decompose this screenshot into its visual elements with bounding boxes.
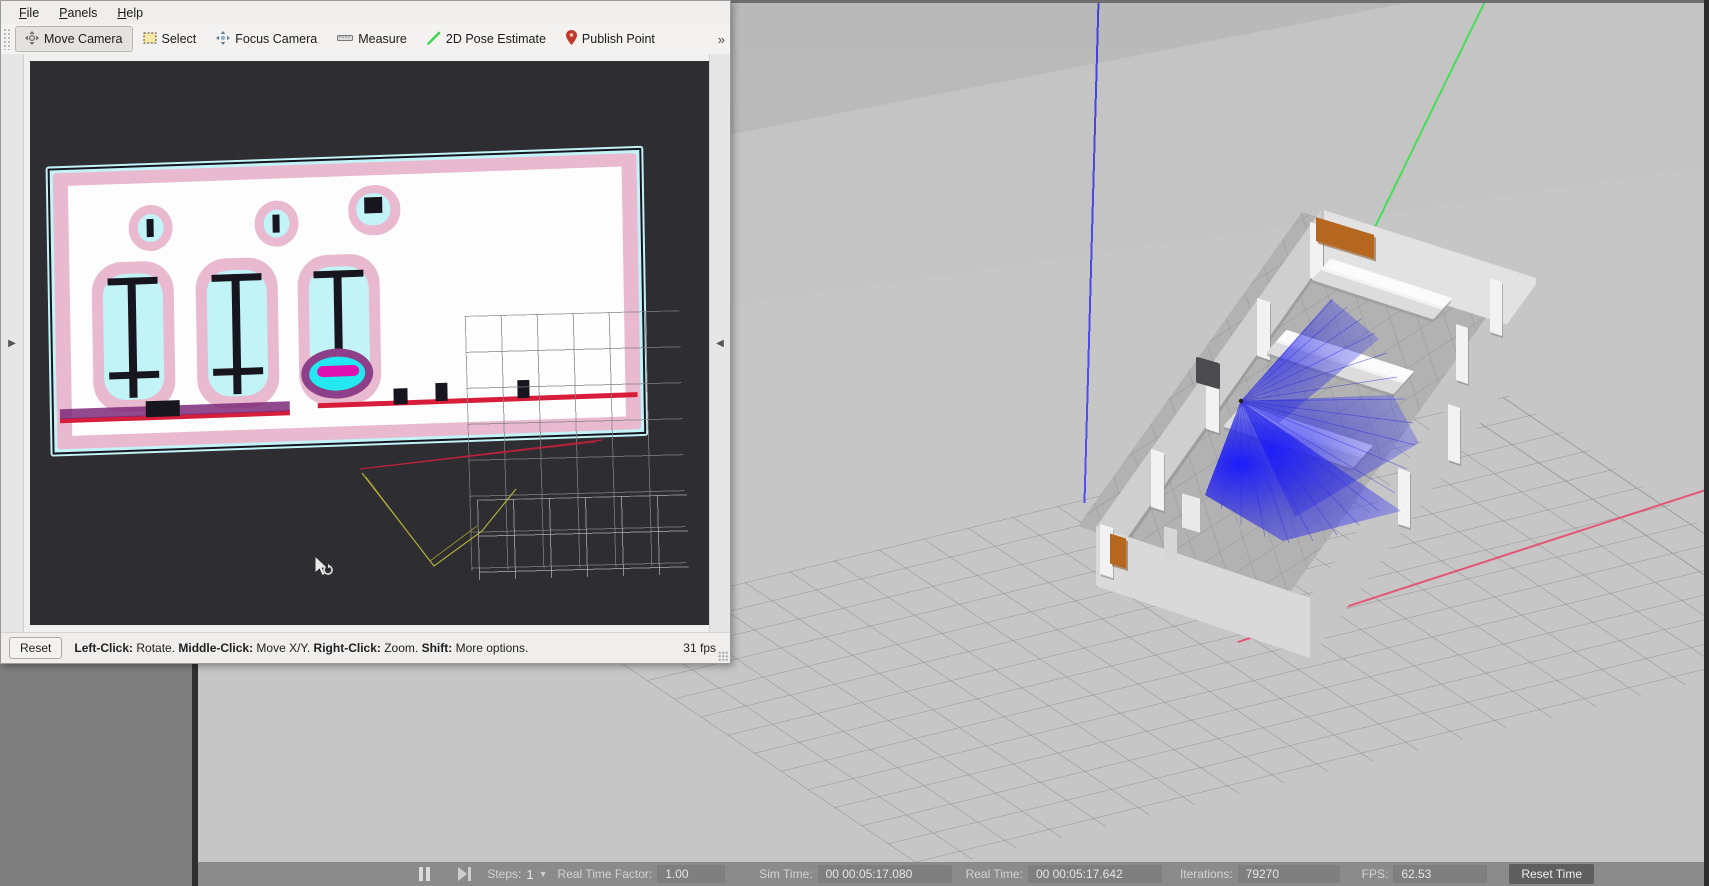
reset-button[interactable]: Reset xyxy=(9,637,63,659)
chevron-left-icon: ◀ xyxy=(716,337,724,349)
right-panel-collapse-handle[interactable]: ◀ xyxy=(709,54,730,632)
tool-move-camera-label: Move Camera xyxy=(44,32,123,46)
gazebo-right-edge xyxy=(1704,0,1709,886)
focus-camera-icon xyxy=(216,30,231,48)
gazebo-bottom-toolbar[interactable]: Steps: 1 ▼ Real Time Factor: 1.00 Sim Ti… xyxy=(198,862,1704,886)
pause-icon[interactable] xyxy=(411,864,437,884)
tool-measure[interactable]: Measure xyxy=(327,26,417,52)
hint-shift-action: More options. xyxy=(452,641,529,655)
tool-move-camera[interactable]: Move Camera xyxy=(15,26,133,52)
real-time-label: Real Time: xyxy=(965,867,1023,881)
menu-file-mnemonic: F xyxy=(19,5,27,20)
measure-icon xyxy=(337,32,354,47)
rviz-window[interactable]: File Panels Help Move Camera Select Focu… xyxy=(0,0,731,664)
iterations-value: 79270 xyxy=(1237,865,1340,883)
rviz-statusbar: Reset Left-Click: Rotate. Middle-Click: … xyxy=(1,632,730,663)
toolbar-overflow-button[interactable]: » xyxy=(718,32,725,47)
hint-right-click-action: Zoom. xyxy=(380,641,422,655)
robot-equipment-2 xyxy=(1164,526,1177,560)
global-path-yellow-2 xyxy=(365,476,478,562)
laser-ray-red-2 xyxy=(359,441,597,470)
room-model xyxy=(1078,208,1578,688)
screen: Steps: 1 ▼ Real Time Factor: 1.00 Sim Ti… xyxy=(0,0,1709,886)
tool-publish-point-label: Publish Point xyxy=(581,32,655,46)
left-panel-collapse-handle[interactable]: ▶ xyxy=(1,54,24,632)
menu-help-rest: elp xyxy=(126,5,144,20)
pose-estimate-arrow-icon xyxy=(427,31,441,48)
move-camera-icon xyxy=(25,30,39,48)
menu-panels-rest: anels xyxy=(67,5,98,20)
tool-select[interactable]: Select xyxy=(133,26,207,52)
hint-left-click-label: Left-Click: xyxy=(74,641,134,655)
rviz-toolbar[interactable]: Move Camera Select Focus Camera Measure … xyxy=(1,24,730,55)
pillar xyxy=(1398,468,1410,528)
occupancy-map xyxy=(30,61,709,625)
tool-2d-pose-estimate[interactable]: 2D Pose Estimate xyxy=(417,26,556,52)
menu-file[interactable]: File xyxy=(9,4,49,22)
tool-select-label: Select xyxy=(161,32,197,46)
hint-middle-click-action: Move X/Y. xyxy=(253,641,314,655)
pillar xyxy=(1151,448,1164,512)
fps-label: FPS: xyxy=(1361,867,1389,881)
map-pin-icon xyxy=(565,30,577,48)
steps-label: Steps: xyxy=(487,867,522,881)
real-time-value: 00 00:05:17.642 xyxy=(1027,865,1162,883)
real-time-factor-value: 1.00 xyxy=(657,865,726,883)
pillar xyxy=(1490,278,1502,336)
rviz-fps-counter: 31 fps xyxy=(683,641,716,655)
reset-time-button[interactable]: Reset Time xyxy=(1509,864,1594,884)
tool-focus-camera[interactable]: Focus Camera xyxy=(206,26,327,52)
menu-help[interactable]: Help xyxy=(107,4,153,22)
select-rect-icon xyxy=(143,31,157,48)
robot-equipment xyxy=(1182,493,1200,533)
hint-right-click-label: Right-Click: xyxy=(313,641,381,655)
steps-value[interactable]: 1 xyxy=(526,867,533,882)
window-resize-grip[interactable] xyxy=(718,651,728,661)
chevron-right-icon: ▶ xyxy=(8,337,16,349)
sim-time-value: 00 00:05:17.080 xyxy=(817,865,952,883)
hint-middle-click-label: Middle-Click: xyxy=(178,641,254,655)
rviz-menubar[interactable]: File Panels Help xyxy=(1,1,730,24)
menu-panels-mnemonic: P xyxy=(59,5,68,20)
tool-measure-label: Measure xyxy=(358,32,407,46)
tool-focus-camera-label: Focus Camera xyxy=(235,32,318,46)
hint-left-click-action: Rotate. xyxy=(133,641,179,655)
laser-and-path-overlay xyxy=(359,439,603,567)
toolbar-drag-handle[interactable] xyxy=(3,28,12,50)
tool-publish-point[interactable]: Publish Point xyxy=(556,26,665,52)
real-time-factor-label: Real Time Factor: xyxy=(557,867,653,881)
iterations-label: Iterations: xyxy=(1179,867,1233,881)
hint-shift-label: Shift: xyxy=(421,641,453,655)
pillar xyxy=(1448,404,1460,464)
tool-2d-pose-estimate-label: 2D Pose Estimate xyxy=(445,32,546,46)
menu-panels[interactable]: Panels xyxy=(49,4,107,22)
fps-value: 62.53 xyxy=(1393,865,1488,883)
rviz-mouse-hint: Left-Click: Rotate. Middle-Click: Move X… xyxy=(74,641,528,655)
rviz-3d-viewport[interactable] xyxy=(30,61,709,625)
chevron-down-icon[interactable]: ▼ xyxy=(539,869,548,879)
sim-time-label: Sim Time: xyxy=(759,867,813,881)
rviz-body: ▶ ◀ xyxy=(1,54,730,632)
global-path-yellow xyxy=(361,472,517,567)
menu-file-rest: ile xyxy=(26,5,40,20)
orange-crate-small xyxy=(1110,533,1126,569)
step-forward-icon[interactable] xyxy=(451,864,477,884)
pillar xyxy=(1456,324,1468,384)
